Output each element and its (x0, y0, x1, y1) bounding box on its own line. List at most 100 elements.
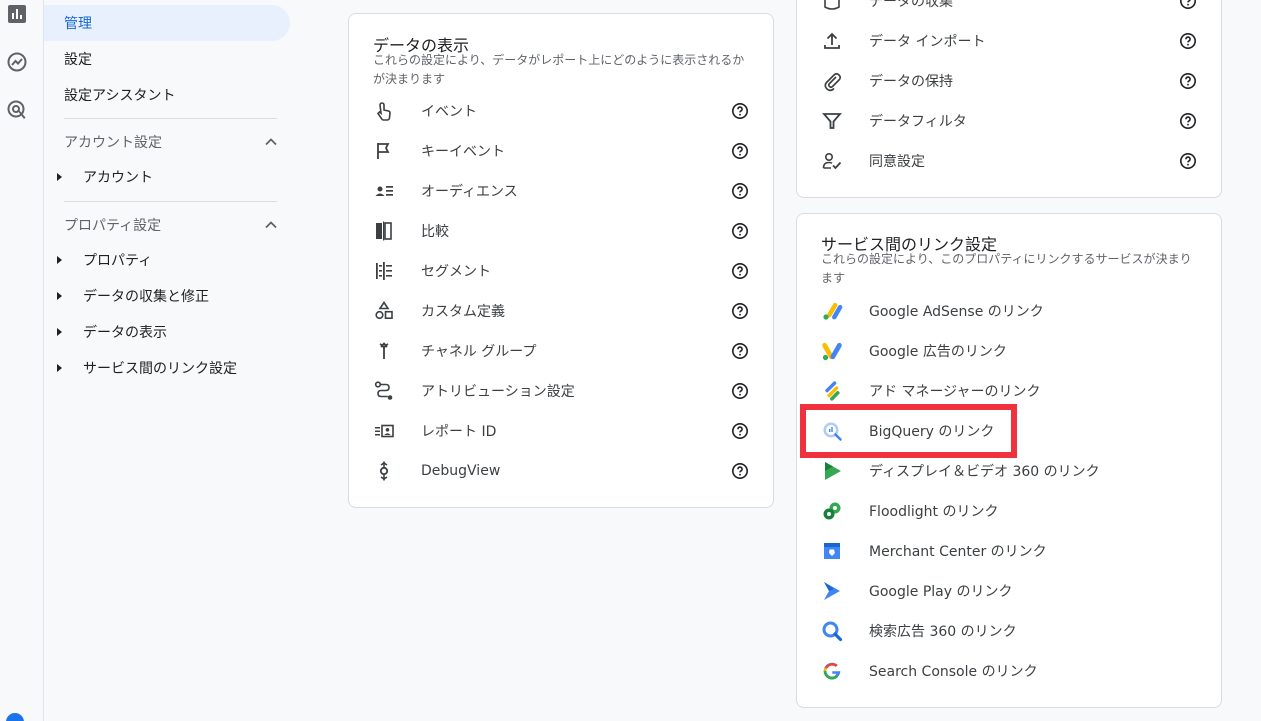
nav-product-links-label: サービス間のリンク設定 (83, 361, 237, 377)
link-row-merchant-center[interactable]: Merchant Center のリンク (797, 531, 1221, 571)
help-icon[interactable] (1179, 112, 1197, 130)
help-fab[interactable] (6, 713, 24, 721)
ad-manager-icon (821, 380, 843, 402)
nav-account-label: アカウント (83, 170, 153, 186)
nav-section-account[interactable]: アカウント設定 (64, 124, 278, 160)
nav-product-links[interactable]: サービス間のリンク設定 (54, 350, 237, 386)
setting-label: データの保持 (869, 74, 953, 90)
nav-settings[interactable]: 設定 (44, 41, 290, 77)
chevron-up-icon (265, 221, 277, 229)
setting-row-audiences[interactable]: オーディエンス (349, 171, 773, 211)
help-icon[interactable] (731, 382, 749, 400)
setting-row-key-events[interactable]: キーイベント (349, 131, 773, 171)
help-icon[interactable] (731, 222, 749, 240)
setting-row-channel-groups[interactable]: チャネル グループ (349, 331, 773, 371)
setting-row-comparisons[interactable]: 比較 (349, 211, 773, 251)
setting-row-debugview[interactable]: DebugView (349, 451, 773, 491)
data-display-card: データの表示 これらの設定により、データがレポート上にどのように表示されるかが決… (348, 13, 774, 508)
expand-arrow-icon (57, 256, 62, 264)
help-icon[interactable] (731, 422, 749, 440)
flag-icon (373, 140, 395, 162)
nav-divider (64, 118, 277, 119)
card-description: これらの設定により、このプロパティにリンクするサービスが決まります (821, 252, 1192, 285)
merge-icon (373, 340, 395, 362)
report-id-icon (373, 420, 395, 442)
help-icon[interactable] (731, 102, 749, 120)
nav-section-property[interactable]: プロパティ設定 (64, 207, 278, 243)
nav-property[interactable]: プロパティ (54, 242, 152, 278)
touch-icon (373, 100, 395, 122)
link-label: アド マネージャーのリンク (869, 384, 1041, 400)
floodlight-icon (821, 500, 843, 522)
setting-label: アトリビューション設定 (421, 384, 575, 400)
google-ads-icon (821, 340, 843, 362)
link-label: Google AdSense のリンク (869, 304, 1044, 320)
setting-row-data-collection[interactable]: データの収集 (797, 0, 1221, 21)
nav-account[interactable]: アカウント (54, 159, 153, 195)
nav-data-display[interactable]: データの表示 (54, 314, 167, 350)
shapes-icon (373, 300, 395, 322)
compare-icon (373, 220, 395, 242)
nav-data-collection[interactable]: データの収集と修正 (54, 278, 209, 314)
link-row-google-play[interactable]: Google Play のリンク (797, 571, 1221, 611)
setting-row-data-filters[interactable]: データフィルタ (797, 101, 1221, 141)
setting-label: 同意設定 (869, 154, 925, 170)
link-row-search-ads-360[interactable]: 検索広告 360 のリンク (797, 611, 1221, 651)
help-icon[interactable] (731, 302, 749, 320)
search-ads-360-icon (821, 620, 843, 642)
dv360-icon (821, 460, 843, 482)
upload-icon (821, 30, 843, 52)
link-label: Search Console のリンク (869, 664, 1038, 680)
route-icon (373, 380, 395, 402)
setting-label: 比較 (421, 224, 449, 240)
debug-icon (373, 460, 395, 482)
help-icon[interactable] (731, 262, 749, 280)
setting-row-consent-settings[interactable]: 同意設定 (797, 141, 1221, 181)
setting-row-custom-definitions[interactable]: カスタム定義 (349, 291, 773, 331)
expand-arrow-icon (57, 364, 62, 372)
help-icon[interactable] (1179, 0, 1197, 10)
database-icon (821, 0, 843, 12)
expand-arrow-icon (57, 328, 62, 336)
setting-row-reporting-identity[interactable]: レポート ID (349, 411, 773, 451)
nav-section-property-label: プロパティ設定 (64, 218, 162, 234)
link-row-search-console[interactable]: Search Console のリンク (797, 651, 1221, 691)
setting-row-data-import[interactable]: データ インポート (797, 21, 1221, 61)
setting-label: データ インポート (869, 34, 986, 50)
setting-label: DebugView (421, 463, 501, 479)
audience-icon (373, 180, 395, 202)
setting-label: データの収集 (869, 0, 953, 10)
help-icon[interactable] (731, 462, 749, 480)
link-row-adsense[interactable]: Google AdSense のリンク (797, 291, 1221, 331)
link-row-floodlight[interactable]: Floodlight のリンク (797, 491, 1221, 531)
link-row-google-ads[interactable]: Google 広告のリンク (797, 331, 1221, 371)
help-icon[interactable] (1179, 152, 1197, 170)
setting-row-attribution[interactable]: アトリビューション設定 (349, 371, 773, 411)
help-icon[interactable] (1179, 72, 1197, 90)
advertising-icon[interactable] (4, 97, 30, 123)
nav-setup-assistant[interactable]: 設定アシスタント (44, 77, 290, 113)
help-icon[interactable] (1179, 32, 1197, 50)
setting-label: データフィルタ (869, 114, 967, 130)
link-label: Google 広告のリンク (869, 344, 1007, 360)
help-icon[interactable] (731, 342, 749, 360)
explore-icon[interactable] (4, 49, 30, 75)
consent-icon (821, 150, 843, 172)
highlight-box (800, 404, 1017, 458)
nav-data-collection-label: データの収集と修正 (83, 289, 209, 305)
help-icon[interactable] (731, 142, 749, 160)
setting-label: キーイベント (421, 144, 505, 160)
attachment-icon (821, 70, 843, 92)
reports-icon[interactable] (4, 1, 30, 27)
nav-data-display-label: データの表示 (83, 325, 167, 341)
help-icon[interactable] (731, 182, 749, 200)
setting-row-events[interactable]: イベント (349, 91, 773, 131)
link-label: 検索広告 360 のリンク (869, 624, 1017, 640)
setting-row-segments[interactable]: セグメント (349, 251, 773, 291)
nav-admin[interactable]: 管理 (44, 5, 290, 41)
setting-label: レポート ID (421, 424, 497, 440)
left-rail (0, 0, 44, 721)
nav-divider (64, 201, 277, 202)
data-collection-card: データの収集 データ インポート データの保持 データフィルタ 同意設定 (796, 0, 1222, 198)
setting-row-data-retention[interactable]: データの保持 (797, 61, 1221, 101)
